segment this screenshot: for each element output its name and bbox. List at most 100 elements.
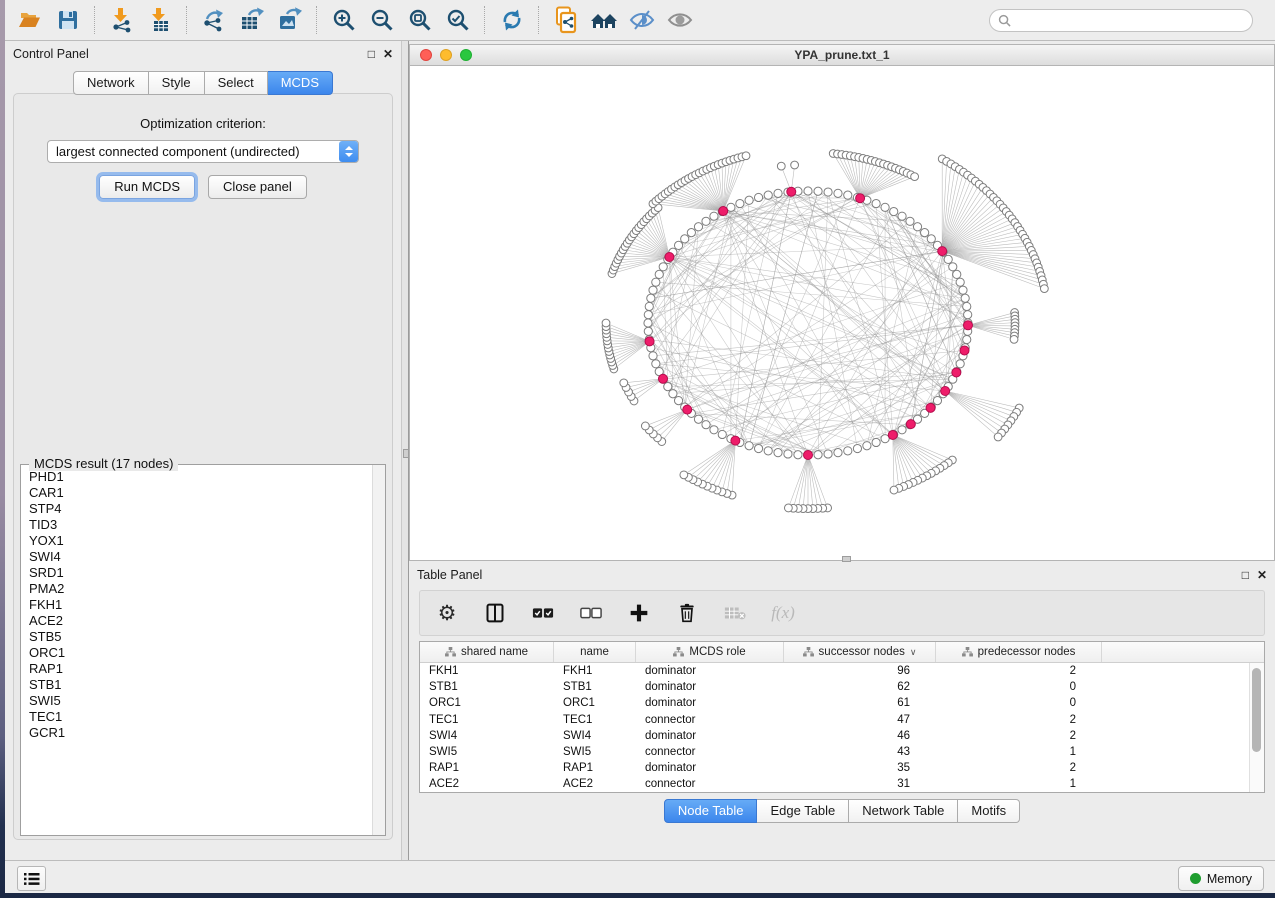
- column-header-shared-name[interactable]: shared name: [420, 642, 554, 662]
- delete-table-icon[interactable]: [722, 600, 748, 626]
- mcds-result-item[interactable]: ORC1: [21, 645, 373, 661]
- select-all-icon[interactable]: [530, 600, 556, 626]
- table-row[interactable]: SWI5SWI5connector431: [420, 744, 1250, 760]
- add-column-icon[interactable]: [626, 600, 652, 626]
- tab-style[interactable]: Style: [149, 71, 205, 95]
- mcds-result-item[interactable]: YOX1: [21, 533, 373, 549]
- mcds-result-item[interactable]: SWI5: [21, 693, 373, 709]
- zoom-out-icon[interactable]: [363, 4, 401, 36]
- save-session-icon[interactable]: [49, 4, 87, 36]
- columns-icon[interactable]: [482, 600, 508, 626]
- control-panel: Control Panel □ ✕ Network Style Select M…: [5, 41, 401, 861]
- close-panel-button[interactable]: Close panel: [208, 175, 307, 199]
- open-session-icon[interactable]: [11, 4, 49, 36]
- table-row[interactable]: RAP1RAP1dominator352: [420, 760, 1250, 776]
- export-network-icon[interactable]: [195, 4, 233, 36]
- mcds-result-item[interactable]: TEC1: [21, 709, 373, 725]
- task-history-button[interactable]: [17, 866, 46, 891]
- result-scrollbar[interactable]: [372, 465, 385, 835]
- column-header-successor-nodes[interactable]: successor nodes ∨: [784, 642, 936, 662]
- memory-label: Memory: [1207, 872, 1252, 886]
- search-box[interactable]: [989, 9, 1253, 32]
- search-input[interactable]: [1016, 13, 1244, 29]
- tab-mcds[interactable]: MCDS: [268, 71, 333, 95]
- zoom-in-icon[interactable]: [325, 4, 363, 36]
- column-header-predecessor-nodes[interactable]: predecessor nodes: [936, 642, 1102, 662]
- mcds-result-item[interactable]: GCR1: [21, 725, 373, 741]
- mcds-result-item[interactable]: PMA2: [21, 581, 373, 597]
- table-panel-title: Table Panel: [417, 568, 482, 582]
- mcds-result-item[interactable]: TID3: [21, 517, 373, 533]
- mcds-result-item[interactable]: ACE2: [21, 613, 373, 629]
- list-icon: [24, 872, 40, 886]
- table-scrollbar[interactable]: [1249, 663, 1264, 792]
- mcds-result-item[interactable]: STB1: [21, 677, 373, 693]
- main-toolbar: [5, 0, 1275, 41]
- table-tabs: Node Table Edge Table Network Table Moti…: [409, 799, 1275, 823]
- run-mcds-button[interactable]: Run MCDS: [99, 175, 195, 199]
- tab-network[interactable]: Network: [73, 71, 149, 95]
- float-panel-icon[interactable]: □: [368, 48, 375, 60]
- control-panel-title: Control Panel: [13, 47, 89, 61]
- column-header-mcds-role[interactable]: MCDS role: [636, 642, 784, 662]
- toolbar-separator: [94, 6, 96, 34]
- column-header-name[interactable]: name: [554, 642, 636, 662]
- export-image-icon[interactable]: [271, 4, 309, 36]
- deselect-all-icon[interactable]: [578, 600, 604, 626]
- network-canvas[interactable]: [409, 66, 1275, 561]
- import-table-icon[interactable]: [141, 4, 179, 36]
- table-row[interactable]: ORC1ORC1dominator610: [420, 695, 1250, 711]
- table-row[interactable]: FKH1FKH1dominator962: [420, 663, 1250, 679]
- vertical-splitter[interactable]: [401, 41, 409, 861]
- table-panel: Table Panel □ ✕ ⚙: [409, 562, 1275, 861]
- mcds-result-item[interactable]: PHD1: [21, 469, 373, 485]
- scrollbar-thumb[interactable]: [1252, 668, 1261, 752]
- tab-network-table[interactable]: Network Table: [849, 799, 958, 823]
- toolbar-separator: [186, 6, 188, 34]
- zoom-selected-icon[interactable]: [439, 4, 477, 36]
- close-panel-icon[interactable]: ✕: [383, 48, 393, 60]
- mcds-result-box: MCDS result (17 nodes) PHD1 CAR1 STP4 TI…: [20, 464, 386, 836]
- hierarchy-icon: [673, 647, 684, 657]
- mcds-result-item[interactable]: RAP1: [21, 661, 373, 677]
- network-window: YPA_prune.txt_1: [409, 44, 1275, 561]
- table-header-row: shared name name MCDS role successor nod…: [420, 642, 1264, 663]
- network-graph[interactable]: [410, 66, 1274, 559]
- delete-column-icon[interactable]: [674, 600, 700, 626]
- node-table: shared name name MCDS role successor nod…: [419, 641, 1265, 793]
- memory-button[interactable]: Memory: [1178, 866, 1264, 891]
- hierarchy-icon: [803, 647, 814, 657]
- home-icon[interactable]: [585, 4, 623, 36]
- close-panel-icon[interactable]: ✕: [1257, 569, 1267, 581]
- table-row[interactable]: ACE2ACE2connector311: [420, 776, 1250, 792]
- refresh-layout-icon[interactable]: [493, 4, 531, 36]
- export-table-icon[interactable]: [233, 4, 271, 36]
- app-window: Control Panel □ ✕ Network Style Select M…: [5, 0, 1275, 893]
- table-row[interactable]: TEC1TEC1connector472: [420, 712, 1250, 728]
- network-title: YPA_prune.txt_1: [410, 48, 1274, 62]
- mcds-result-item[interactable]: STB5: [21, 629, 373, 645]
- mcds-result-item[interactable]: CAR1: [21, 485, 373, 501]
- tab-node-table[interactable]: Node Table: [664, 799, 758, 823]
- table-row[interactable]: STB1STB1dominator620: [420, 679, 1250, 695]
- zoom-fit-icon[interactable]: [401, 4, 439, 36]
- dropdown-stepper-icon: [339, 141, 358, 162]
- mcds-result-item[interactable]: FKH1: [21, 597, 373, 613]
- mcds-result-item[interactable]: SWI4: [21, 549, 373, 565]
- tab-select[interactable]: Select: [205, 71, 268, 95]
- tab-edge-table[interactable]: Edge Table: [757, 799, 849, 823]
- table-settings-icon[interactable]: ⚙: [434, 600, 460, 626]
- float-panel-icon[interactable]: □: [1242, 569, 1249, 581]
- import-network-icon[interactable]: [103, 4, 141, 36]
- control-panel-tabs: Network Style Select MCDS: [5, 71, 401, 95]
- table-row[interactable]: SWI4SWI4dominator462: [420, 728, 1250, 744]
- criterion-dropdown[interactable]: largest connected component (undirected): [47, 140, 359, 163]
- birds-eye-view-icon[interactable]: [661, 4, 699, 36]
- network-title-bar[interactable]: YPA_prune.txt_1: [409, 44, 1275, 66]
- mcds-result-item[interactable]: STP4: [21, 501, 373, 517]
- duplicate-network-icon[interactable]: [547, 4, 585, 36]
- function-builder-icon[interactable]: f(x): [770, 600, 796, 626]
- hide-graphics-details-icon[interactable]: [623, 4, 661, 36]
- tab-motifs[interactable]: Motifs: [958, 799, 1020, 823]
- mcds-result-item[interactable]: SRD1: [21, 565, 373, 581]
